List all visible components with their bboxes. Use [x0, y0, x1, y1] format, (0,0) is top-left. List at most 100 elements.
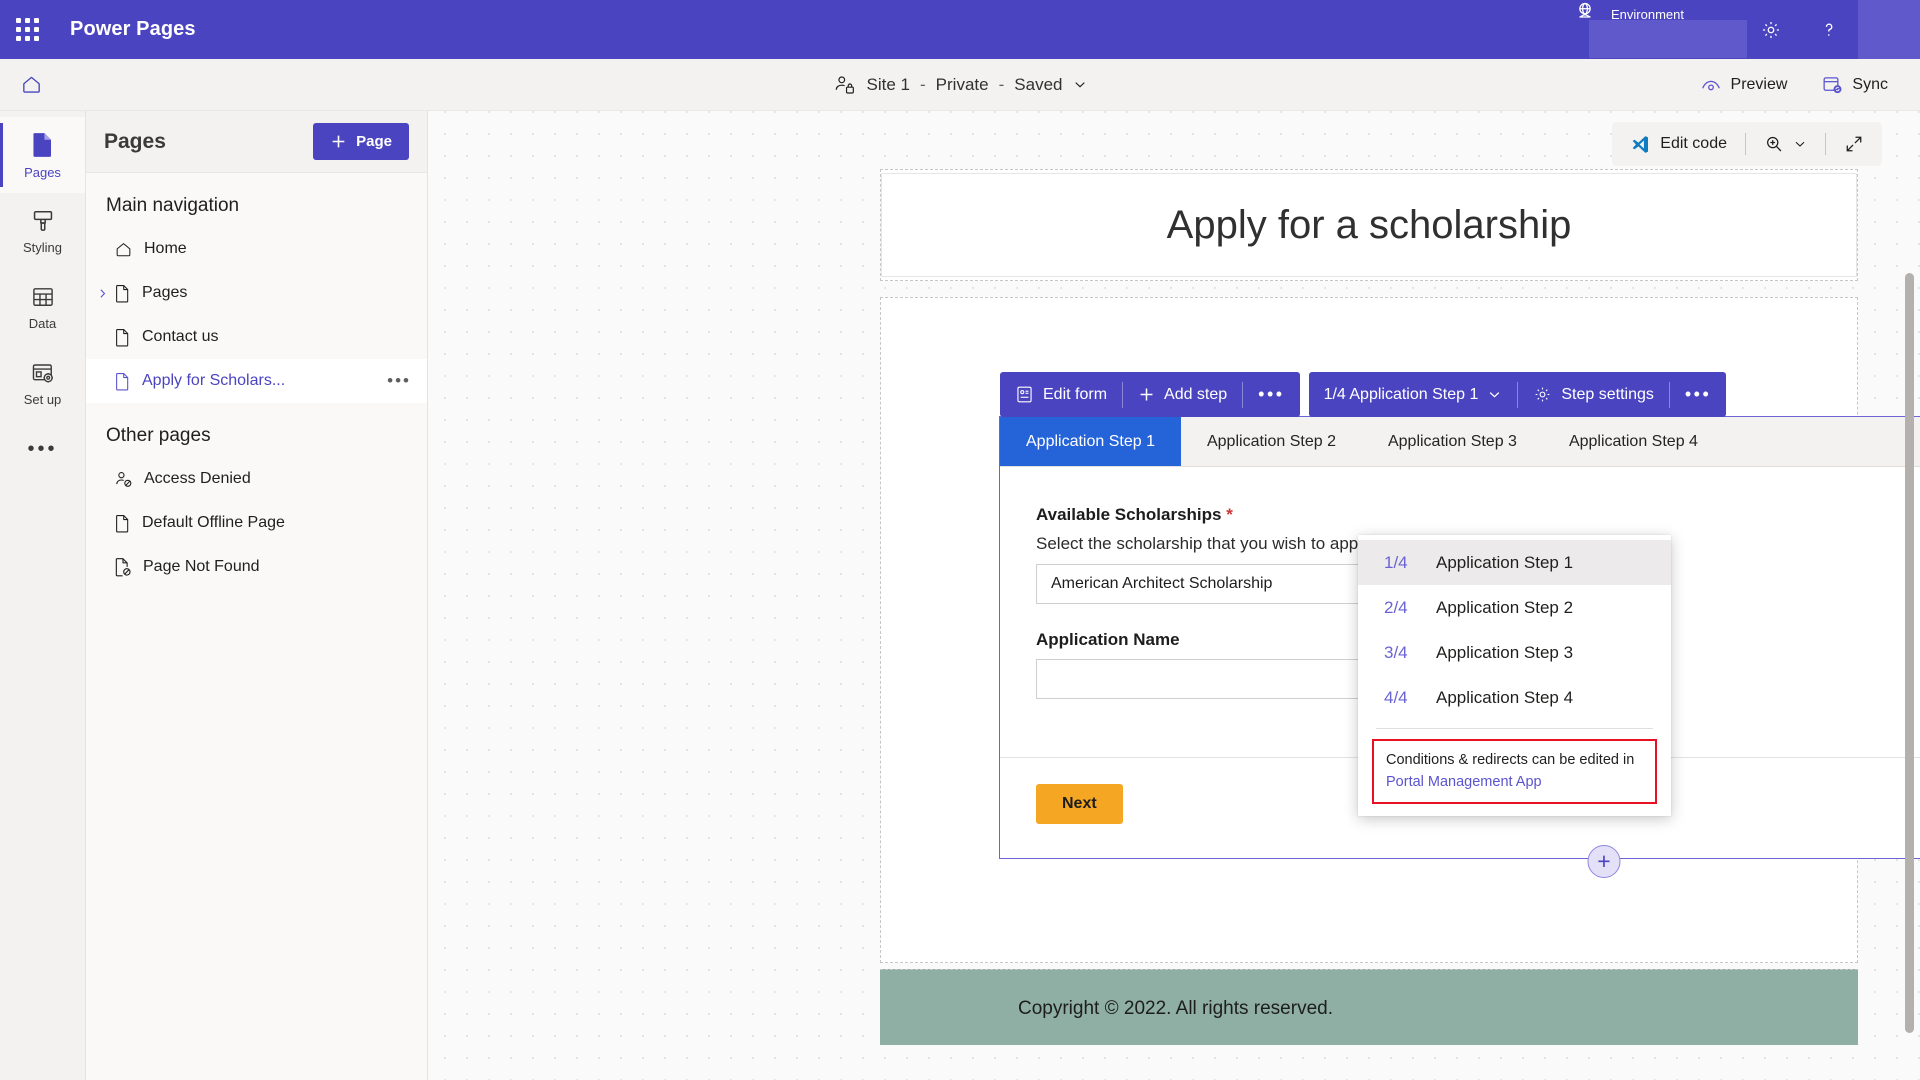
- file-icon: [114, 328, 131, 347]
- page-title: Pages: [104, 129, 166, 153]
- portal-management-app-link[interactable]: Portal Management App: [1386, 771, 1643, 793]
- setup-icon: [30, 360, 56, 386]
- form-overflow-button[interactable]: •••: [1243, 372, 1299, 417]
- gear-icon[interactable]: [1742, 0, 1800, 59]
- tab-application-step-3[interactable]: Application Step 3: [1362, 417, 1543, 466]
- app-bar-right-group: Environment: [1563, 0, 1920, 59]
- edit-code-button[interactable]: Edit code: [1620, 127, 1737, 162]
- menu-item-application-step-4[interactable]: 4/4 Application Step 4: [1358, 675, 1671, 720]
- step-settings-label: Step settings: [1561, 385, 1654, 403]
- table-icon: [30, 284, 56, 310]
- expand-arrows-icon: [1844, 134, 1864, 154]
- field-label: Available Scholarships *: [1036, 505, 1920, 525]
- edit-code-label: Edit code: [1660, 135, 1727, 152]
- add-section-button[interactable]: +: [1587, 845, 1621, 878]
- other-pages-header: Other pages: [106, 425, 211, 446]
- plus-icon: [1138, 386, 1155, 403]
- people-lock-icon: [833, 74, 857, 96]
- question-mark-icon[interactable]: [1800, 0, 1858, 59]
- toolbar-divider-2: [1825, 133, 1826, 155]
- zoom-control[interactable]: [1754, 127, 1817, 161]
- note-text: Conditions & redirects can be edited in: [1386, 752, 1635, 768]
- nav-item-label: Default Offline Page: [142, 514, 285, 531]
- nav-item-label: Home: [144, 240, 187, 257]
- nav-item-label: Access Denied: [144, 470, 251, 487]
- nav-item-contact-us[interactable]: Contact us: [86, 315, 427, 359]
- nav-item-label: Page Not Found: [143, 558, 260, 575]
- preview-button[interactable]: Preview: [1688, 69, 1800, 101]
- nav-item-home[interactable]: Home: [86, 227, 427, 271]
- pages-panel: Pages Page Main navigation Home Pages Co…: [86, 111, 428, 1080]
- plus-icon: [330, 133, 347, 150]
- environment-selector[interactable]: Environment: [1563, 0, 1748, 59]
- header-section[interactable]: Apply for a scholarship: [880, 169, 1858, 281]
- site-separator-1: -: [920, 74, 926, 94]
- sidebar-more-button[interactable]: •••: [0, 421, 85, 477]
- hero-text-block[interactable]: Apply for a scholarship: [881, 173, 1857, 277]
- site-name: Site 1: [866, 74, 911, 94]
- preview-label: Preview: [1730, 75, 1788, 93]
- paint-brush-icon: [30, 208, 56, 234]
- app-bar: Power Pages Environment: [0, 0, 1920, 59]
- edit-form-icon: [1015, 385, 1034, 404]
- menu-item-application-step-3[interactable]: 3/4 Application Step 3: [1358, 630, 1671, 675]
- copyright-text: Copyright © 2022. All rights reserved.: [1018, 998, 1333, 1019]
- sidebar-item-set-up[interactable]: Set up: [0, 345, 85, 421]
- canvas-vertical-scrollbar[interactable]: [1905, 273, 1914, 1033]
- site-selector[interactable]: Site 1 - Private - Saved: [825, 70, 1096, 100]
- sidebar-item-label: Styling: [22, 239, 63, 255]
- menu-divider: [1376, 728, 1653, 729]
- left-rail: Pages Styling Data Set up •••: [0, 111, 86, 1080]
- edit-form-button[interactable]: Edit form: [1000, 372, 1122, 417]
- chevron-right-icon[interactable]: [94, 287, 110, 300]
- toolbar-divider: [1745, 133, 1746, 155]
- sync-button[interactable]: Sync: [1809, 67, 1900, 102]
- sidebar-item-styling[interactable]: Styling: [0, 193, 85, 269]
- avatar[interactable]: [1858, 0, 1920, 59]
- nav-item-label: Apply for Scholars...: [142, 372, 286, 389]
- menu-item-application-step-1[interactable]: 1/4 Application Step 1: [1358, 540, 1671, 585]
- nav-item-pages[interactable]: Pages: [86, 271, 427, 315]
- step-selector-button[interactable]: 1/4 Application Step 1: [1309, 372, 1518, 417]
- nav-item-page-not-found[interactable]: Page Not Found: [86, 545, 427, 589]
- home-icon[interactable]: [0, 59, 62, 111]
- environment-value-redacted: [1589, 20, 1748, 58]
- nav-item-apply-for-scholarship[interactable]: Apply for Scholars... •••: [86, 359, 427, 403]
- expand-canvas-button[interactable]: [1834, 127, 1874, 161]
- form-floating-toolbar: Edit form Add step ••• 1/4 Application S…: [1000, 372, 1727, 417]
- step-label: Application Step 4: [1436, 687, 1574, 707]
- nav-item-label: Contact us: [142, 328, 219, 345]
- sidebar-item-data[interactable]: Data: [0, 269, 85, 345]
- file-icon: [114, 284, 131, 303]
- sidebar-item-label: Data: [28, 315, 57, 331]
- app-title: Power Pages: [70, 18, 196, 40]
- add-page-label: Page: [356, 133, 392, 150]
- conditions-redirects-note: Conditions & redirects can be edited in …: [1372, 739, 1657, 804]
- sidebar-item-label: Set up: [23, 391, 62, 407]
- tab-application-step-4[interactable]: Application Step 4: [1543, 417, 1724, 466]
- nav-item-access-denied[interactable]: Access Denied: [86, 457, 427, 501]
- app-launcher-icon[interactable]: [0, 18, 54, 41]
- sync-label: Sync: [1852, 75, 1888, 93]
- menu-item-application-step-2[interactable]: 2/4 Application Step 2: [1358, 585, 1671, 630]
- tab-application-step-2[interactable]: Application Step 2: [1181, 417, 1362, 466]
- field-label-text: Available Scholarships: [1036, 505, 1222, 524]
- nav-item-label: Pages: [142, 284, 188, 301]
- form-toolbar-group: Edit form Add step •••: [1000, 372, 1300, 417]
- vs-code-icon: [1630, 134, 1651, 155]
- add-page-button[interactable]: Page: [313, 123, 409, 160]
- magnifier-plus-icon: [1764, 134, 1784, 154]
- step-settings-button[interactable]: Step settings: [1518, 372, 1669, 417]
- person-blocked-icon: [114, 470, 133, 489]
- next-button[interactable]: Next: [1036, 784, 1123, 824]
- nav-item-default-offline-page[interactable]: Default Offline Page: [86, 501, 427, 545]
- footer-section[interactable]: Copyright © 2022. All rights reserved.: [880, 969, 1858, 1045]
- main-body: Pages Styling Data Set up ••• Pages Page…: [0, 111, 1920, 1080]
- sidebar-item-pages[interactable]: Pages: [0, 117, 85, 193]
- nav-item-overflow-button[interactable]: •••: [387, 371, 411, 391]
- add-step-button[interactable]: Add step: [1123, 372, 1242, 417]
- command-bar: Site 1 - Private - Saved Preview Sync: [0, 59, 1920, 111]
- step-overflow-button[interactable]: •••: [1670, 372, 1726, 417]
- step-toolbar-group: 1/4 Application Step 1 Step settings •••: [1308, 372, 1727, 417]
- tab-application-step-1[interactable]: Application Step 1: [1000, 417, 1181, 466]
